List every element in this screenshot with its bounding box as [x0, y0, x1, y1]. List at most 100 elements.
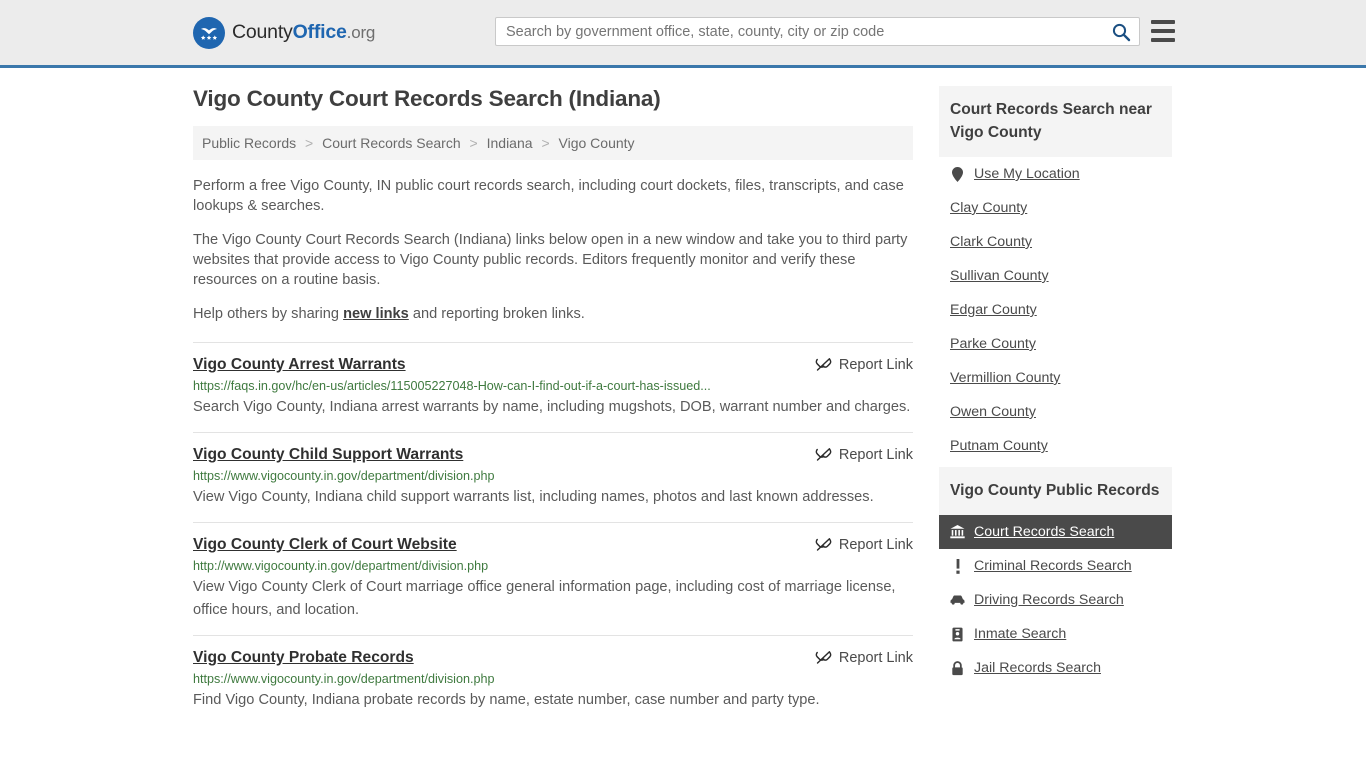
nearby-county-link[interactable]: Parke County — [950, 336, 1036, 352]
result-header: Vigo County Clerk of Court Website Report… — [193, 535, 913, 554]
nearby-county-item[interactable]: Sullivan County — [939, 259, 1172, 293]
id-badge-icon — [950, 627, 965, 642]
map-pin-icon — [950, 166, 965, 182]
search-button[interactable] — [1103, 18, 1139, 45]
broken-link-icon — [815, 357, 832, 371]
result-title-link[interactable]: Vigo County Child Support Warrants — [193, 445, 463, 464]
results-list: Vigo County Arrest Warrants Report Link ht… — [193, 342, 913, 725]
nearby-county-link[interactable]: Putnam County — [950, 438, 1048, 454]
site-header: CountyOffice.org — [0, 0, 1366, 68]
nearby-county-item[interactable]: Putnam County — [939, 429, 1172, 463]
intro-paragraph-3: Help others by sharing new links and rep… — [193, 304, 913, 324]
courthouse-icon — [950, 525, 965, 539]
breadcrumb-item-court-records-search[interactable]: Court Records Search — [322, 135, 461, 151]
nearby-county-item[interactable]: Clay County — [939, 191, 1172, 225]
result-header: Vigo County Arrest Warrants Report Link — [193, 355, 913, 374]
public-records-link[interactable]: Criminal Records Search — [974, 558, 1132, 574]
public-records-link[interactable]: Jail Records Search — [974, 660, 1101, 676]
public-records-item[interactable]: Criminal Records Search — [939, 549, 1172, 583]
public-records-list: Court Records Search Criminal Records Sea… — [939, 515, 1172, 685]
broken-link-icon — [815, 447, 832, 461]
result-item: Vigo County Arrest Warrants Report Link ht… — [193, 342, 913, 432]
hamburger-bar — [1151, 38, 1175, 42]
breadcrumb-separator: > — [305, 135, 314, 151]
public-records-link[interactable]: Inmate Search — [974, 626, 1066, 642]
result-title-link[interactable]: Vigo County Probate Records — [193, 648, 414, 667]
result-title-link[interactable]: Vigo County Arrest Warrants — [193, 355, 406, 374]
hamburger-bar — [1151, 20, 1175, 24]
intro-p3-before: Help others by sharing — [193, 306, 344, 322]
nearby-list: Use My Location — [939, 157, 1172, 191]
main-column: Vigo County Court Records Search (Indian… — [193, 86, 913, 725]
public-records-item[interactable]: Inmate Search — [939, 617, 1172, 651]
nearby-county-link[interactable]: Edgar County — [950, 302, 1037, 318]
intro-paragraph-1: Perform a free Vigo County, IN public co… — [193, 178, 904, 214]
public-records-link[interactable]: Court Records Search — [974, 524, 1114, 540]
search-input[interactable] — [496, 18, 1103, 45]
nearby-search-heading: Court Records Search near Vigo County — [939, 86, 1172, 157]
intro-text: Perform a free Vigo County, IN public co… — [193, 176, 913, 324]
report-link-label: Report Link — [838, 356, 913, 373]
intro-p3-after: and reporting broken links. — [408, 306, 585, 322]
result-url: https://www.vigocounty.in.gov/department… — [193, 672, 495, 686]
public-records-item[interactable]: Jail Records Search — [939, 651, 1172, 685]
nearby-county-item[interactable]: Owen County — [939, 395, 1172, 429]
nearby-county-link[interactable]: Sullivan County — [950, 268, 1049, 284]
nearby-county-item[interactable]: Clark County — [939, 225, 1172, 259]
logo-text-county: County — [232, 21, 293, 43]
result-item: Vigo County Probate Records Report Link ht… — [193, 635, 913, 725]
breadcrumb-item-vigo-county[interactable]: Vigo County — [559, 135, 635, 151]
report-link-label: Report Link — [838, 446, 913, 463]
report-link-label: Report Link — [838, 649, 913, 666]
report-link-label: Report Link — [838, 536, 913, 553]
nearby-county-list: Clay County Clark County Sullivan County Ed… — [939, 191, 1172, 463]
nearby-county-link[interactable]: Clark County — [950, 234, 1032, 250]
public-records-box: Vigo County Public Records Court Records… — [939, 467, 1172, 685]
result-description: Search Vigo County, Indiana arrest warra… — [193, 399, 911, 415]
breadcrumb: Public Records > Court Records Search > … — [193, 126, 913, 160]
report-link-button[interactable]: Report Link — [815, 649, 913, 666]
logo-text-org: .org — [346, 23, 376, 42]
report-link-button[interactable]: Report Link — [815, 536, 913, 553]
use-my-location-link[interactable]: Use My Location — [974, 166, 1080, 182]
hamburger-bar — [1151, 29, 1175, 33]
nearby-county-item[interactable]: Edgar County — [939, 293, 1172, 327]
exclamation-icon — [950, 558, 965, 574]
result-title-link[interactable]: Vigo County Clerk of Court Website — [193, 535, 457, 554]
public-records-item[interactable]: Court Records Search — [939, 515, 1172, 549]
nearby-county-link[interactable]: Owen County — [950, 404, 1036, 420]
breadcrumb-separator: > — [469, 135, 478, 151]
public-records-item[interactable]: Driving Records Search — [939, 583, 1172, 617]
new-links-link[interactable]: new links — [343, 306, 409, 322]
eagle-shield-emblem-icon — [193, 16, 225, 49]
report-link-button[interactable]: Report Link — [815, 356, 913, 373]
site-logo-text: CountyOffice.org — [232, 21, 375, 44]
report-link-button[interactable]: Report Link — [815, 446, 913, 463]
nearby-county-link[interactable]: Vermillion County — [950, 370, 1060, 386]
broken-link-icon — [815, 650, 832, 664]
search-icon — [1112, 23, 1131, 41]
hamburger-menu-icon[interactable] — [1151, 20, 1175, 42]
result-item: Vigo County Child Support Warrants Report… — [193, 432, 913, 522]
breadcrumb-separator: > — [541, 135, 550, 151]
result-description: Find Vigo County, Indiana probate record… — [193, 692, 820, 708]
page-title: Vigo County Court Records Search (Indian… — [193, 86, 661, 111]
result-url: https://faqs.in.gov/hc/en-us/articles/11… — [193, 379, 711, 393]
lock-icon — [950, 660, 965, 676]
result-item: Vigo County Clerk of Court Website Report… — [193, 522, 913, 635]
breadcrumb-item-public-records[interactable]: Public Records — [202, 135, 296, 151]
nearby-county-item[interactable]: Vermillion County — [939, 361, 1172, 395]
logo-text-office: Office — [292, 21, 347, 43]
result-header: Vigo County Child Support Warrants Report… — [193, 445, 913, 464]
search-bar[interactable] — [495, 17, 1140, 46]
nearby-county-item[interactable]: Parke County — [939, 327, 1172, 361]
broken-link-icon — [815, 537, 832, 551]
breadcrumb-item-indiana[interactable]: Indiana — [487, 135, 533, 151]
public-records-link[interactable]: Driving Records Search — [974, 592, 1124, 608]
sidebar: Court Records Search near Vigo County Us… — [939, 86, 1172, 725]
site-logo[interactable]: CountyOffice.org — [193, 16, 375, 49]
use-my-location-item[interactable]: Use My Location — [939, 157, 1172, 191]
nearby-county-link[interactable]: Clay County — [950, 200, 1027, 216]
result-header: Vigo County Probate Records Report Link — [193, 648, 913, 667]
public-records-heading: Vigo County Public Records — [939, 467, 1172, 515]
